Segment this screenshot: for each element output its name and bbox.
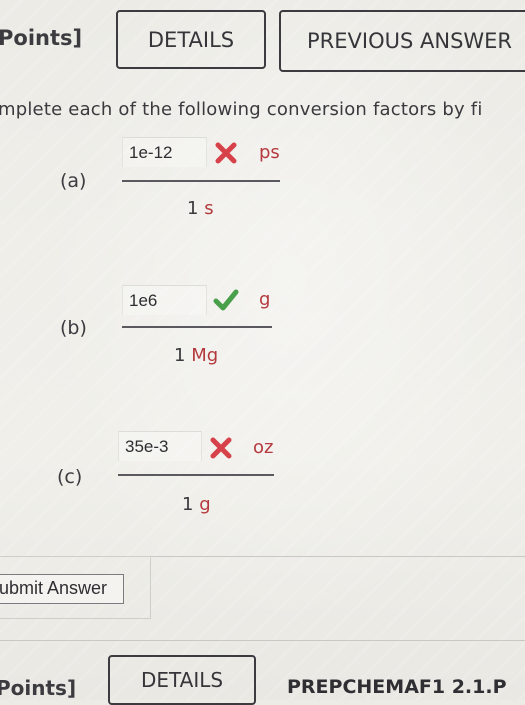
part-b-fraction-line: [122, 326, 272, 328]
part-a-denominator: 1 s: [187, 198, 214, 219]
part-a-denominator-unit: s: [204, 198, 214, 219]
part-a-denominator-value: 1: [187, 198, 199, 219]
part-a-unit: ps: [259, 142, 280, 163]
points-label: Points]: [0, 26, 83, 50]
part-c-fraction-line: [118, 474, 274, 476]
part-a-fraction-line: [122, 180, 280, 182]
question-instructions: mplete each of the following conversion …: [0, 99, 483, 120]
part-c-denominator-unit: g: [199, 494, 211, 515]
question-divider: [0, 640, 525, 641]
next-details-button[interactable]: DETAILS: [108, 655, 256, 705]
part-c-denominator-value: 1: [182, 494, 194, 515]
part-b-label: (b): [60, 317, 87, 339]
part-a-answer-input[interactable]: 1e-12: [122, 137, 207, 167]
assignment-code: PREPCHEMAF1 2.1.P: [287, 676, 507, 698]
part-b-denominator: 1 Mg: [174, 345, 218, 366]
next-points-label: Points]: [0, 676, 77, 700]
incorrect-x-icon: [210, 437, 232, 459]
part-b-denominator-unit: Mg: [191, 345, 219, 366]
part-b-answer-input[interactable]: 1e6: [122, 285, 207, 315]
correct-check-icon: [213, 289, 239, 311]
part-b-unit: g: [259, 289, 271, 310]
previous-answers-button[interactable]: PREVIOUS ANSWER: [279, 10, 525, 72]
submit-answer-button[interactable]: ubmit Answer: [0, 574, 124, 604]
part-a-label: (a): [60, 170, 87, 192]
part-c-unit: oz: [253, 437, 274, 458]
details-button[interactable]: DETAILS: [116, 10, 266, 69]
incorrect-x-icon: [215, 142, 237, 164]
part-c-denominator: 1 g: [182, 494, 211, 515]
part-b-denominator-value: 1: [174, 345, 186, 366]
part-c-answer-input[interactable]: 35e-3: [118, 431, 202, 461]
part-c-label: (c): [57, 466, 83, 488]
